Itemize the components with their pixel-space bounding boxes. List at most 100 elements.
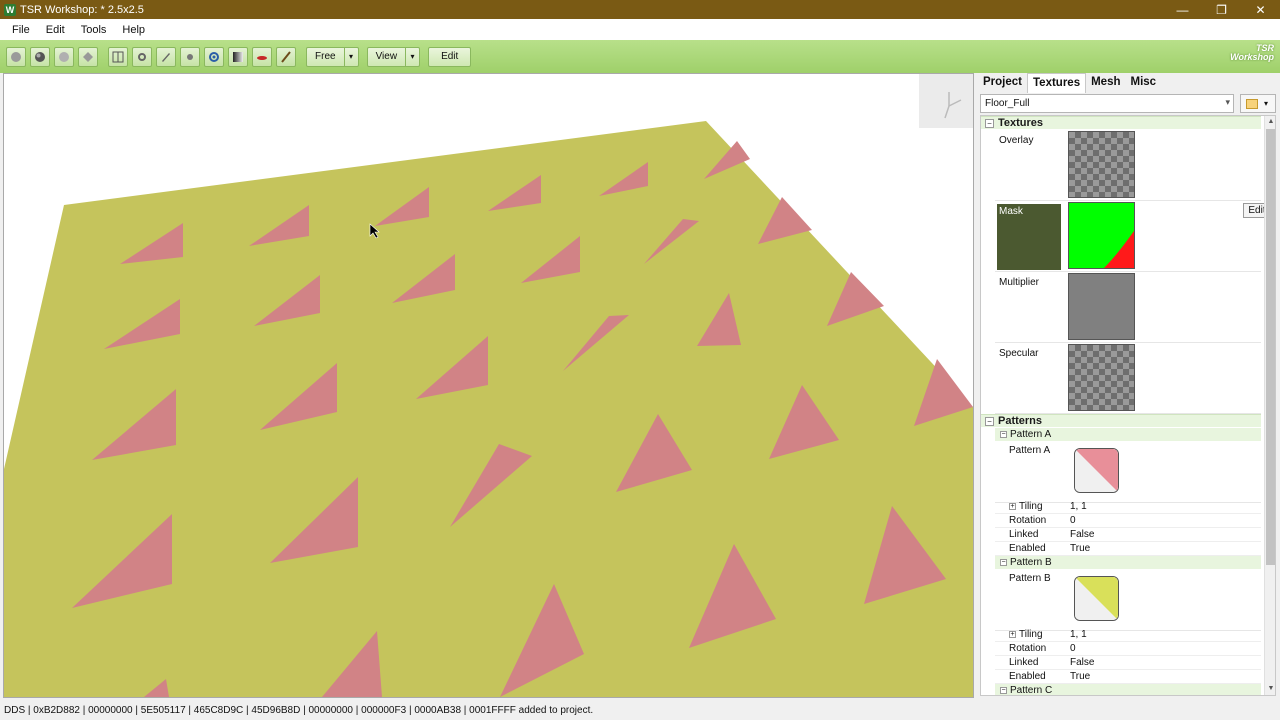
- overlay-thumbnail[interactable]: [1068, 131, 1135, 198]
- pattern-a-rotation[interactable]: Rotation 0: [995, 514, 1261, 528]
- dot-button[interactable]: [180, 46, 200, 67]
- diamond-icon: [83, 51, 93, 62]
- tab-misc[interactable]: Misc: [1126, 73, 1162, 93]
- menu-help[interactable]: Help: [114, 24, 153, 36]
- bone-icon: [138, 52, 146, 61]
- pattern-a-enabled[interactable]: Enabled True: [995, 542, 1261, 556]
- sphere-flat-button[interactable]: [6, 46, 26, 67]
- texture-row-specular[interactable]: Specular: [995, 343, 1261, 414]
- chevron-down-icon: ▾: [405, 47, 419, 66]
- sphere-light-button[interactable]: [54, 46, 74, 67]
- preset-select[interactable]: Floor_Full ▾: [980, 94, 1234, 113]
- dot-icon: [187, 53, 193, 60]
- chevron-down-icon: ▾: [1225, 97, 1230, 107]
- texture-row-multiplier[interactable]: Multiplier: [995, 272, 1261, 343]
- orientation-gizmo[interactable]: [919, 74, 973, 128]
- diamond-button[interactable]: [78, 46, 98, 67]
- pattern-a-tiling[interactable]: + Tiling 1, 1: [995, 500, 1261, 514]
- expand-icon: +: [1009, 503, 1016, 510]
- 3d-viewport[interactable]: [3, 73, 974, 698]
- status-bar: DDS | 0xB2D882 | 00000000 | 5E505117 | 4…: [0, 702, 1280, 720]
- pattern-b-header[interactable]: − Pattern B: [995, 556, 1261, 569]
- chevron-down-icon: ▾: [343, 47, 358, 66]
- joint-button[interactable]: [204, 46, 224, 67]
- lips-button[interactable]: [252, 46, 272, 67]
- texture-label: Mask: [997, 204, 1061, 270]
- pattern-b-enabled[interactable]: Enabled True: [995, 670, 1261, 684]
- pattern-label: Pattern A: [1009, 445, 1051, 456]
- mask-thumbnail[interactable]: [1068, 202, 1135, 269]
- preset-bar: Floor_Full ▾ ▾: [980, 94, 1276, 114]
- camera-mode-dropdown[interactable]: Free ▾: [306, 46, 359, 67]
- property-grid: − Textures Overlay Mask Edit Multiplier S…: [980, 115, 1276, 696]
- pattern-a-header[interactable]: − Pattern A: [995, 428, 1261, 441]
- texture-label: Multiplier: [999, 277, 1040, 288]
- sphere-shaded-icon: [35, 51, 45, 62]
- pattern-b-swatch[interactable]: [1074, 576, 1119, 621]
- folder-icon: [1246, 98, 1258, 109]
- expand-icon: +: [1009, 631, 1016, 638]
- minimize-button[interactable]: —: [1163, 0, 1202, 19]
- floor-render: [4, 121, 973, 697]
- menu-bar: File Edit Tools Help: [0, 19, 1280, 40]
- brush-icon: [281, 50, 291, 63]
- multiplier-thumbnail[interactable]: [1068, 273, 1135, 340]
- pattern-a-linked[interactable]: Linked False: [995, 528, 1261, 542]
- chevron-down-icon: ▾: [1264, 99, 1269, 108]
- view-label: View: [375, 51, 398, 62]
- texture-row-mask[interactable]: Mask Edit: [995, 201, 1271, 272]
- app-icon: W: [4, 3, 16, 16]
- texture-label: Specular: [999, 348, 1039, 359]
- joint-icon: [209, 51, 219, 62]
- preset-value: Floor_Full: [985, 98, 1030, 109]
- textures-section-header[interactable]: − Textures: [981, 116, 1261, 129]
- property-grid-scrollbar[interactable]: ▲ ▼: [1264, 116, 1275, 695]
- sphere-flat-icon: [11, 51, 21, 62]
- sphere-light-icon: [59, 51, 69, 62]
- restore-button[interactable]: ❐: [1202, 0, 1241, 19]
- edit-button[interactable]: Edit: [428, 46, 472, 67]
- scroll-thumb[interactable]: [1266, 129, 1275, 565]
- sphere-shaded-button[interactable]: [30, 46, 50, 67]
- pattern-a-swatch[interactable]: [1074, 448, 1119, 493]
- gradient-button[interactable]: [228, 46, 248, 67]
- tab-mesh[interactable]: Mesh: [1086, 73, 1125, 93]
- texture-label: Overlay: [999, 135, 1034, 146]
- camera-mode-label: Free: [315, 51, 336, 62]
- lips-icon: [257, 55, 267, 60]
- brush-button[interactable]: [276, 46, 296, 67]
- menu-tools[interactable]: Tools: [73, 24, 115, 36]
- close-button[interactable]: ✕: [1241, 0, 1280, 19]
- status-text: DDS | 0xB2D882 | 00000000 | 5E505117 | 4…: [4, 705, 594, 716]
- view-dropdown[interactable]: View ▾: [366, 46, 421, 67]
- pattern-b-tiling[interactable]: + Tiling 1, 1: [995, 628, 1261, 642]
- pattern-c-header[interactable]: − Pattern C: [995, 684, 1261, 695]
- tab-project[interactable]: Project: [978, 73, 1027, 93]
- toolbar: Free ▾ View ▾ Edit TSR Workshop: [0, 40, 1280, 73]
- pattern-label: Pattern B: [1009, 573, 1051, 584]
- grid-icon: [112, 51, 124, 62]
- scroll-up-icon[interactable]: ▲: [1265, 116, 1275, 128]
- window-title: TSR Workshop: * 2.5x2.5: [20, 3, 144, 16]
- gradient-icon: [233, 51, 243, 62]
- pattern-a-row[interactable]: Pattern A: [995, 441, 1261, 503]
- collapse-icon: −: [1000, 687, 1007, 694]
- preset-file-button[interactable]: ▾: [1240, 94, 1276, 113]
- texture-row-overlay[interactable]: Overlay: [995, 130, 1261, 201]
- pattern-b-row[interactable]: Pattern B: [995, 569, 1261, 631]
- menu-edit[interactable]: Edit: [38, 24, 73, 36]
- patterns-section-header[interactable]: − Patterns: [981, 414, 1261, 427]
- properties-panel: Project Textures Mesh Misc Floor_Full ▾ …: [978, 73, 1280, 698]
- pattern-b-linked[interactable]: Linked False: [995, 656, 1261, 670]
- bone-button[interactable]: [132, 46, 152, 67]
- collapse-icon: −: [1000, 559, 1007, 566]
- collapse-icon: −: [985, 417, 994, 426]
- scroll-down-icon[interactable]: ▼: [1265, 683, 1275, 695]
- grid-button[interactable]: [108, 46, 128, 67]
- tab-textures[interactable]: Textures: [1027, 73, 1087, 93]
- specular-thumbnail[interactable]: [1068, 344, 1135, 411]
- collapse-icon: −: [985, 119, 994, 128]
- pattern-b-rotation[interactable]: Rotation 0: [995, 642, 1261, 656]
- camera-button[interactable]: [156, 46, 176, 67]
- menu-file[interactable]: File: [4, 24, 38, 36]
